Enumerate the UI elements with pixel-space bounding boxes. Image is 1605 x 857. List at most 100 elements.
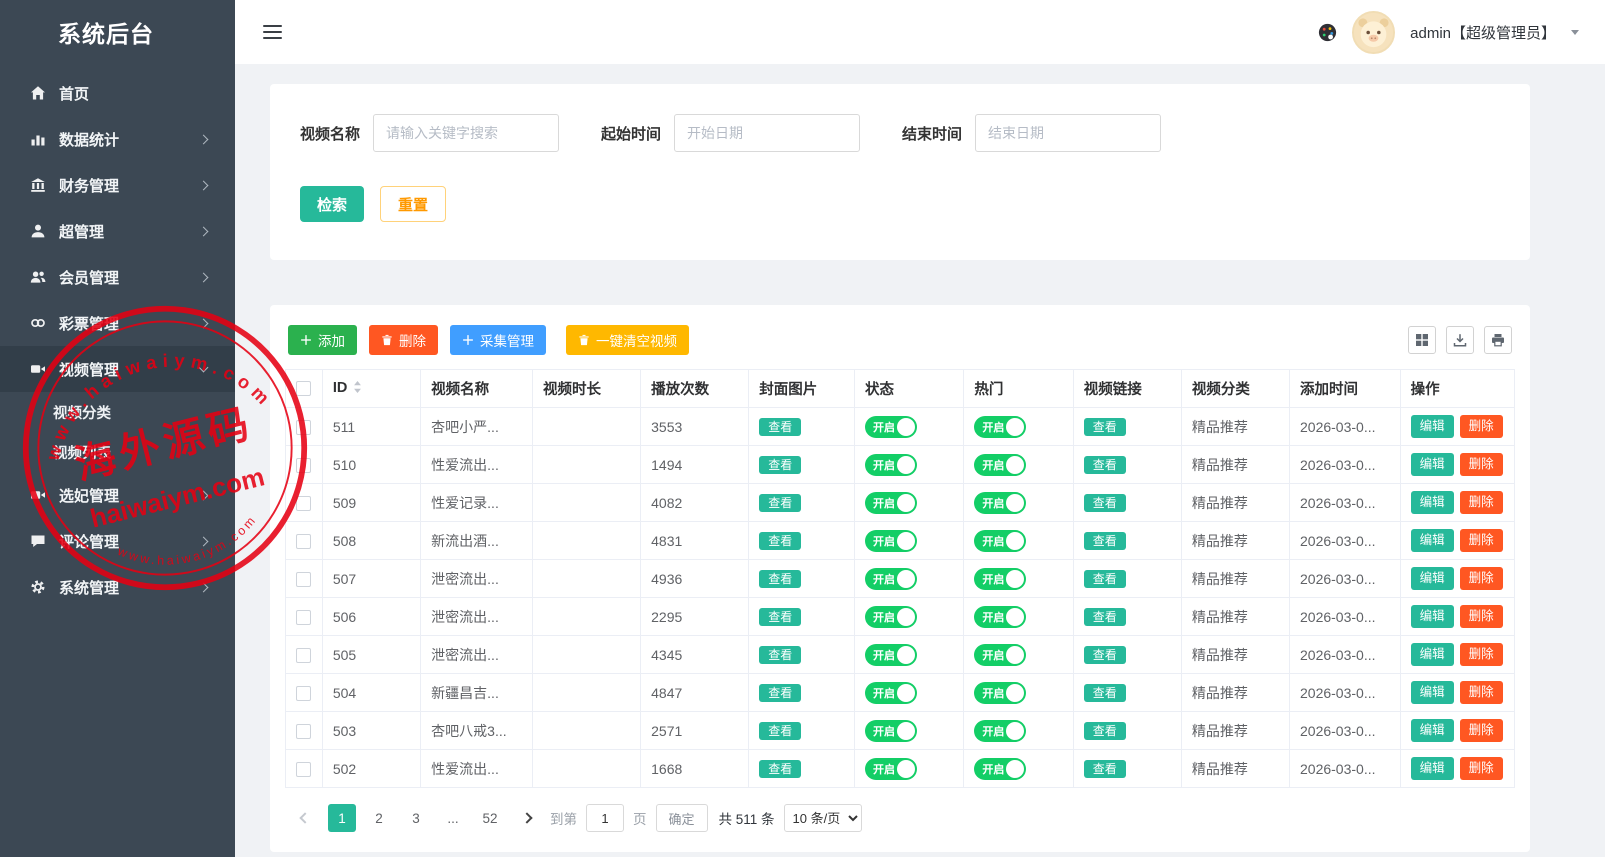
next-page-button[interactable]: [513, 804, 541, 832]
edit-button[interactable]: 编辑: [1411, 757, 1454, 780]
hot-toggle[interactable]: 开启: [974, 416, 1026, 438]
view-link-button[interactable]: 查看: [1084, 494, 1126, 512]
video-name-input[interactable]: [373, 114, 559, 152]
view-link-button[interactable]: 查看: [1084, 760, 1126, 778]
edit-button[interactable]: 编辑: [1411, 529, 1454, 552]
status-toggle[interactable]: 开启: [865, 416, 917, 438]
hot-toggle[interactable]: 开启: [974, 454, 1026, 476]
view-cover-button[interactable]: 查看: [759, 608, 801, 626]
theme-palette-icon[interactable]: [1318, 23, 1337, 42]
delete-button[interactable]: 删除: [1460, 567, 1503, 590]
edit-button[interactable]: 编辑: [1411, 643, 1454, 666]
delete-button[interactable]: 删除: [1460, 719, 1503, 742]
hot-toggle[interactable]: 开启: [974, 682, 1026, 704]
page-button-3[interactable]: 3: [402, 804, 430, 832]
search-button[interactable]: 检索: [300, 186, 364, 222]
edit-button[interactable]: 编辑: [1411, 453, 1454, 476]
hot-toggle[interactable]: 开启: [974, 758, 1026, 780]
view-link-button[interactable]: 查看: [1084, 532, 1126, 550]
status-toggle[interactable]: 开启: [865, 530, 917, 552]
page-button-1[interactable]: 1: [328, 804, 356, 832]
view-cover-button[interactable]: 查看: [759, 722, 801, 740]
hot-toggle[interactable]: 开启: [974, 492, 1026, 514]
print-button[interactable]: [1484, 326, 1512, 354]
start-date-input[interactable]: [674, 114, 860, 152]
delete-button[interactable]: 删除: [1460, 643, 1503, 666]
export-button[interactable]: [1446, 326, 1474, 354]
hot-toggle[interactable]: 开启: [974, 530, 1026, 552]
edit-button[interactable]: 编辑: [1411, 415, 1454, 438]
status-toggle[interactable]: 开启: [865, 720, 917, 742]
row-checkbox[interactable]: [296, 534, 311, 549]
status-toggle[interactable]: 开启: [865, 644, 917, 666]
edit-button[interactable]: 编辑: [1411, 681, 1454, 704]
status-toggle[interactable]: 开启: [865, 568, 917, 590]
view-link-button[interactable]: 查看: [1084, 722, 1126, 740]
delete-button[interactable]: 删除: [1460, 491, 1503, 514]
edit-button[interactable]: 编辑: [1411, 605, 1454, 628]
hot-toggle[interactable]: 开启: [974, 606, 1026, 628]
sidebar-item-lottery[interactable]: 彩票管理: [0, 300, 235, 346]
hot-toggle[interactable]: 开启: [974, 720, 1026, 742]
edit-button[interactable]: 编辑: [1411, 491, 1454, 514]
view-cover-button[interactable]: 查看: [759, 760, 801, 778]
delete-button[interactable]: 删除: [1460, 757, 1503, 780]
delete-button[interactable]: 删除: [1460, 681, 1503, 704]
row-checkbox[interactable]: [296, 572, 311, 587]
delete-button[interactable]: 删除: [1460, 415, 1503, 438]
status-toggle[interactable]: 开启: [865, 454, 917, 476]
clear-all-videos-button[interactable]: 一键清空视频: [566, 325, 689, 355]
collect-manage-button[interactable]: 采集管理: [450, 325, 546, 355]
hamburger-menu-icon[interactable]: [263, 21, 282, 43]
view-cover-button[interactable]: 查看: [759, 494, 801, 512]
page-button-52[interactable]: 52: [476, 804, 504, 832]
status-toggle[interactable]: 开启: [865, 758, 917, 780]
sidebar-item-superadmin[interactable]: 超管理: [0, 208, 235, 254]
row-checkbox[interactable]: [296, 762, 311, 777]
sidebar-item-finance[interactable]: 财务管理: [0, 162, 235, 208]
delete-button[interactable]: 删除: [1460, 453, 1503, 476]
view-link-button[interactable]: 查看: [1084, 684, 1126, 702]
status-toggle[interactable]: 开启: [865, 606, 917, 628]
row-checkbox[interactable]: [296, 686, 311, 701]
username-label[interactable]: admin【超级管理员】: [1410, 22, 1556, 43]
page-button-2[interactable]: 2: [365, 804, 393, 832]
batch-delete-button[interactable]: 删除: [369, 325, 438, 355]
view-cover-button[interactable]: 查看: [759, 532, 801, 550]
end-date-input[interactable]: [975, 114, 1161, 152]
reset-button[interactable]: 重置: [380, 186, 446, 222]
user-avatar[interactable]: [1352, 11, 1395, 54]
view-cover-button[interactable]: 查看: [759, 570, 801, 588]
status-toggle[interactable]: 开启: [865, 682, 917, 704]
add-button[interactable]: 添加: [288, 325, 357, 355]
goto-confirm-button[interactable]: 确定: [656, 804, 708, 832]
sidebar-subitem-video-category[interactable]: 视频分类: [0, 392, 235, 432]
view-link-button[interactable]: 查看: [1084, 418, 1126, 436]
caret-down-icon[interactable]: [1571, 30, 1579, 35]
view-cover-button[interactable]: 查看: [759, 684, 801, 702]
sort-icon[interactable]: [353, 381, 362, 397]
view-cover-button[interactable]: 查看: [759, 418, 801, 436]
column-header-id[interactable]: ID: [322, 370, 420, 408]
view-cover-button[interactable]: 查看: [759, 456, 801, 474]
row-checkbox[interactable]: [296, 420, 311, 435]
view-link-button[interactable]: 查看: [1084, 646, 1126, 664]
hot-toggle[interactable]: 开启: [974, 568, 1026, 590]
view-link-button[interactable]: 查看: [1084, 608, 1126, 626]
filter-columns-button[interactable]: [1408, 326, 1436, 354]
sidebar-item-video[interactable]: 视频管理: [0, 346, 235, 392]
sidebar-item-home[interactable]: 首页: [0, 70, 235, 116]
row-checkbox[interactable]: [296, 458, 311, 473]
row-checkbox[interactable]: [296, 496, 311, 511]
sidebar-item-stats[interactable]: 数据统计: [0, 116, 235, 162]
sidebar-subitem-video-list[interactable]: 视频列表: [0, 432, 235, 472]
goto-page-input[interactable]: [586, 804, 624, 832]
view-cover-button[interactable]: 查看: [759, 646, 801, 664]
delete-button[interactable]: 删除: [1460, 529, 1503, 552]
row-checkbox[interactable]: [296, 648, 311, 663]
edit-button[interactable]: 编辑: [1411, 719, 1454, 742]
edit-button[interactable]: 编辑: [1411, 567, 1454, 590]
sidebar-item-members[interactable]: 会员管理: [0, 254, 235, 300]
view-link-button[interactable]: 查看: [1084, 456, 1126, 474]
view-link-button[interactable]: 查看: [1084, 570, 1126, 588]
